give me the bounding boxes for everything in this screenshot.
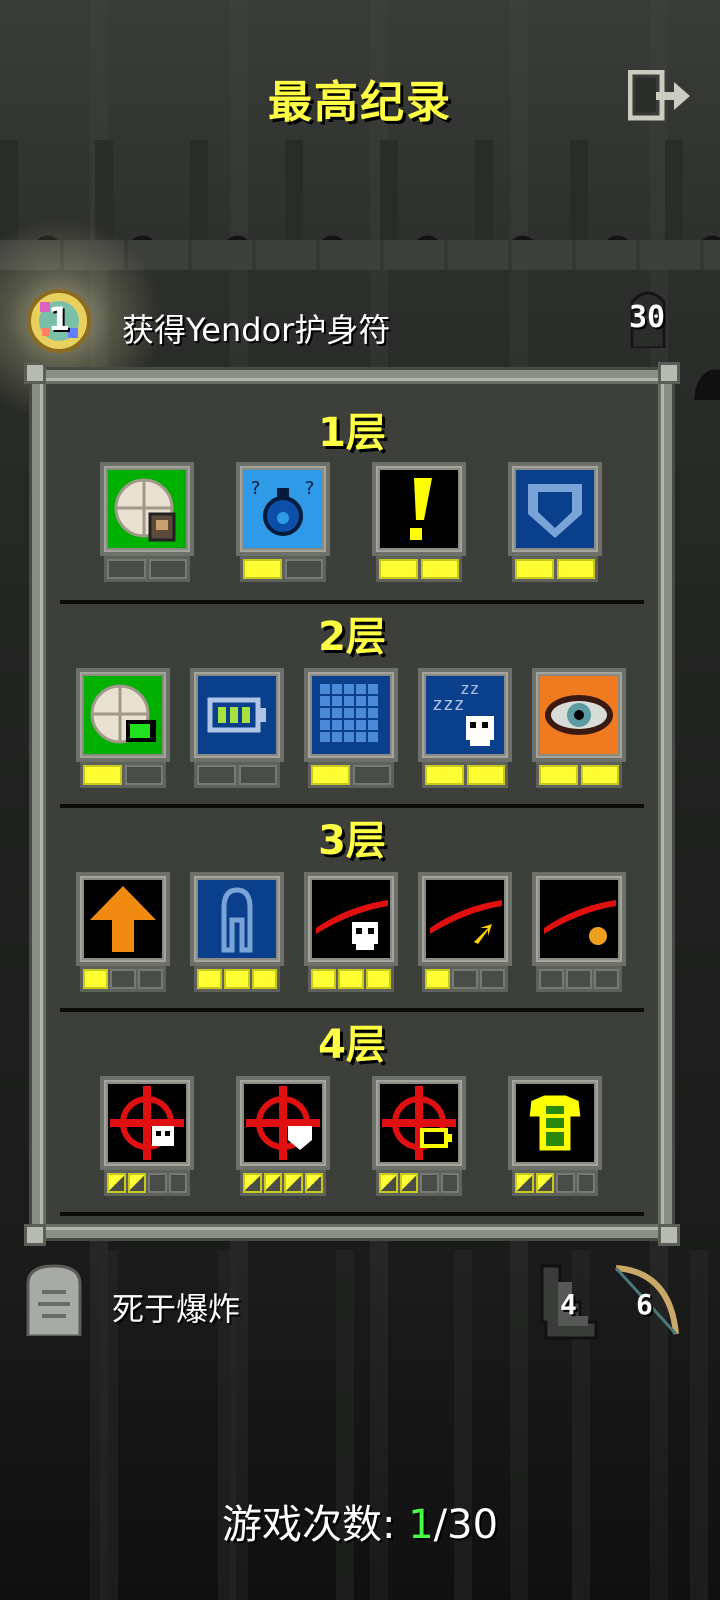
badge-armor[interactable] [508,462,602,584]
grid-icon [312,676,390,754]
armor-icon [516,1084,594,1162]
exclamation-icon [380,470,458,548]
badge-monsters-slain-2[interactable] [76,668,170,790]
svg-text:?: ? [250,478,261,499]
badge-boss-gold[interactable] [532,872,626,994]
badge-monsters-slain[interactable] [100,462,194,584]
crosshair-battery-icon [380,1084,458,1162]
panel-corner [24,362,46,384]
badges-panel: 1层 ? ? 2层 zzz zz 3层 4层 [24,362,680,1246]
skull-on-green-icon [108,470,186,548]
badge-target-heart[interactable] [236,1076,330,1198]
tier-4-title: 4层 [318,1022,386,1068]
boots-level: 4 [560,1288,577,1321]
gravestone-icon [26,1264,82,1336]
panel-corner [658,362,680,384]
crosshair-shield-icon [244,1084,322,1162]
battery-icon [198,676,276,754]
badge-sleep[interactable]: zzz zz [418,668,512,790]
badge-boss-skull[interactable] [304,872,398,994]
exit-icon[interactable] [628,70,692,122]
badge-level-up[interactable] [76,872,170,994]
badge-target-skull[interactable] [100,1076,194,1198]
record-description[interactable]: 获得Yendor护身符 [122,305,390,351]
games-current: 1 [408,1502,434,1548]
eye-icon [540,676,618,754]
scores-screen: 最高纪录 1 获得Yendor护身符 30 1层 ? ? 2层 zzz zz 3… [0,0,720,1600]
svg-text:?: ? [304,478,315,499]
svg-text:zz: zz [460,679,479,698]
badge-armor-set[interactable] [508,1076,602,1198]
skull-battery-icon [84,676,162,754]
page-title: 最高纪录 [268,77,452,128]
tier-divider [60,1212,644,1216]
games-label: 游戏次数: [221,1502,409,1548]
weapon-level: 6 [636,1288,653,1321]
figure-icon [198,880,276,958]
potion-on-blue-icon: ? ? [244,470,322,548]
badge-number: 1 [47,300,71,338]
up-arrow-icon [84,880,162,958]
tier-2-title: 2层 [318,614,386,660]
games-total: /30 [433,1502,499,1548]
slash-skull-icon [312,880,390,958]
tier-3-title: 3层 [318,818,386,864]
record-depth: 30 [628,300,666,335]
death-cause: 死于爆炸 [112,1290,241,1328]
shield-icon [516,470,594,548]
panel-corner [24,1224,46,1246]
badge-potions-identified[interactable]: ? ? [236,462,330,584]
badge-strength[interactable] [190,872,284,994]
slash-coin-icon [540,880,618,958]
badge-alert[interactable] [372,462,466,584]
badge-boss-arrow[interactable] [418,872,512,994]
games-played: 游戏次数: 1/30 [0,1492,720,1550]
slash-arrow-icon [426,880,504,958]
badge-target-battery[interactable] [372,1076,466,1198]
badge-grid[interactable] [304,668,398,790]
badge-eye[interactable] [532,668,626,790]
sleeping-skull-icon: zzz zz [426,676,504,754]
badge-battery[interactable] [190,668,284,790]
panel-corner [658,1224,680,1246]
tier-1-title: 1层 [318,410,386,456]
crosshair-skull-icon [108,1084,186,1162]
